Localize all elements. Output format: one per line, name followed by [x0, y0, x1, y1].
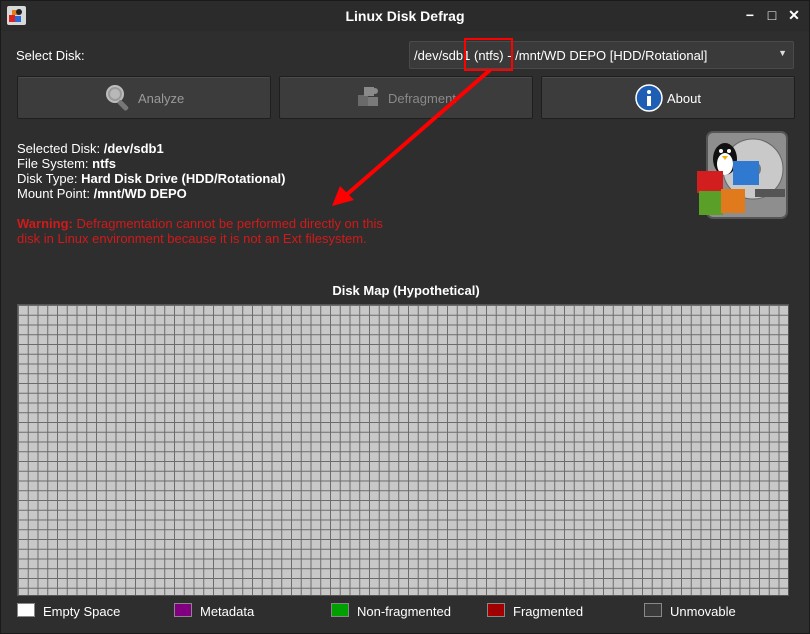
file-system-value: ntfs: [92, 156, 116, 171]
warning-message: Warning: Defragmentation cannot be perfo…: [17, 216, 397, 246]
mount-point-info: Mount Point: /mnt/WD DEPO: [17, 186, 187, 201]
defragment-label: Defragment: [388, 91, 456, 106]
app-window: Linux Disk Defrag − □ ✕ Select Disk: /de…: [0, 0, 810, 634]
legend-swatch: [17, 603, 35, 617]
disk-select-value: /dev/sdb1 (ntfs) - /mnt/WD DEPO [HDD/Rot…: [414, 48, 708, 63]
analyze-button[interactable]: Analyze: [17, 76, 271, 119]
puzzle-icon: [358, 87, 378, 106]
legend-swatch: [174, 603, 192, 617]
selected-disk-info: Selected Disk: /dev/sdb1: [17, 141, 164, 156]
magnifier-icon: [106, 85, 129, 111]
disk-type-value: Hard Disk Drive (HDD/Rotational): [81, 171, 286, 186]
minimize-button[interactable]: −: [742, 7, 758, 23]
title-bar: Linux Disk Defrag − □ ✕: [1, 1, 809, 31]
select-disk-label: Select Disk:: [16, 48, 85, 63]
disk-map-title: Disk Map (Hypothetical): [332, 283, 480, 298]
chevron-down-icon: ▼: [778, 48, 787, 58]
info-icon: [635, 84, 663, 112]
about-button[interactable]: About: [541, 76, 795, 119]
file-system-info: File System: ntfs: [17, 156, 116, 171]
disk-map-grid: [17, 304, 789, 596]
mount-point-value: /mnt/WD DEPO: [93, 186, 187, 201]
selected-disk-value: /dev/sdb1: [103, 141, 164, 156]
disk-select[interactable]: /dev/sdb1 (ntfs) - /mnt/WD DEPO [HDD/Rot…: [409, 41, 794, 69]
disk-type-info: Disk Type: Hard Disk Drive (HDD/Rotation…: [17, 171, 286, 186]
legend-swatch: [331, 603, 349, 617]
maximize-button[interactable]: □: [764, 7, 780, 23]
warning-prefix: Warning:: [17, 216, 73, 231]
analyze-label: Analyze: [138, 91, 185, 106]
disk-penguin-logo-icon: [697, 131, 788, 219]
window-title: Linux Disk Defrag: [345, 8, 465, 24]
legend-swatch: [487, 603, 505, 617]
about-label: About: [667, 91, 701, 106]
close-button[interactable]: ✕: [786, 7, 802, 23]
legend-swatch: [644, 603, 662, 617]
defragment-button[interactable]: Defragment: [279, 76, 533, 119]
